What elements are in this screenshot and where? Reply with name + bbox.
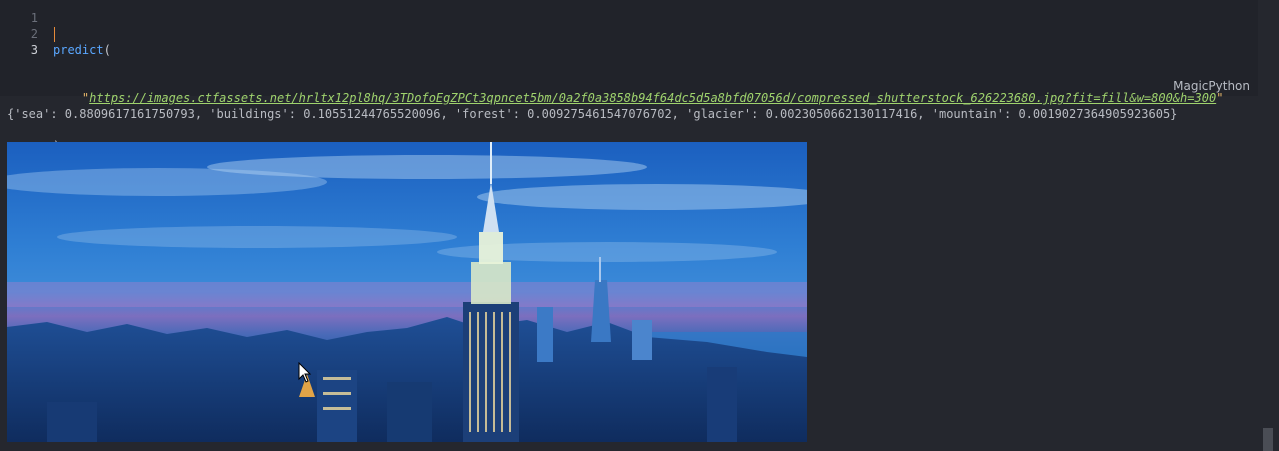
code-editor[interactable]: 1 2 3 predict( "https://images.ctfassets… [0,8,1258,153]
city-skyline-image [7,142,807,442]
code-line-2: "https://images.ctfassets.net/hrltx12pl8… [53,90,1224,106]
arrow-cursor-icon [298,362,312,383]
line-number: 3 [30,43,38,57]
line-number-gutter: 1 2 3 [0,10,40,58]
open-paren: ( [103,43,111,57]
line-number: 1 [30,11,38,25]
output-image [7,142,807,442]
line-number: 2 [30,27,38,41]
quote-close: " [1216,91,1224,105]
text-cursor [54,27,55,42]
code-cell[interactable]: 1 2 3 predict( "https://images.ctfassets… [0,0,1258,153]
scrollbar-thumb[interactable] [1263,428,1273,451]
url-string[interactable]: https://images.ctfassets.net/hrltx12pl8h… [89,91,1216,105]
function-name: predict [53,43,104,57]
prediction-output: {'sea': 0.8809617161750793, 'buildings':… [7,107,1178,121]
code-line-1: predict( [53,42,1223,58]
language-label[interactable]: MagicPython [1173,79,1250,93]
